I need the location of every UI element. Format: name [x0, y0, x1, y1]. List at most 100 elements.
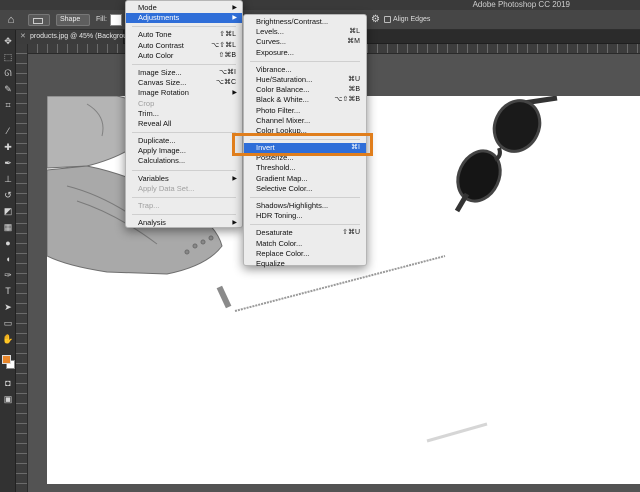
image-menu-item-auto-contrast[interactable]: Auto Contrast ⌥⇧⌘L — [126, 41, 242, 51]
adjustments-item-replace-color[interactable]: Replace Color... — [244, 249, 366, 259]
menu-separator — [132, 197, 236, 198]
menu-item-shortcut: ⌥⇧⌘L — [211, 41, 236, 49]
eyedropper-icon[interactable]: ⁄ — [2, 126, 14, 137]
menu-item-label: Auto Color — [138, 50, 174, 60]
image-menu-item-canvas-size[interactable]: Canvas Size... ⌥⌘C — [126, 78, 242, 88]
clone-stamp-icon[interactable]: ⊥ — [2, 174, 14, 185]
image-menu-item-adjustments[interactable]: Adjustments ▶ — [126, 13, 242, 24]
invert-highlight-annotation — [232, 133, 373, 156]
close-icon[interactable]: ✕ — [20, 30, 26, 44]
image-menu-item-image-rotation[interactable]: Image Rotation ▶ — [126, 88, 242, 98]
adjustments-item-curves[interactable]: Curves... ⌘M — [244, 37, 366, 47]
image-menu-item-reveal-all[interactable]: Reveal All — [126, 119, 242, 129]
image-menu-item-analysis[interactable]: Analysis ▶ — [126, 218, 242, 228]
adjustments-item-color-balance[interactable]: Color Balance... ⌘B — [244, 85, 366, 95]
adjustments-item-selective-color[interactable]: Selective Color... — [244, 184, 366, 194]
brush-icon[interactable]: ✒ — [2, 158, 14, 169]
menu-item-label: Trap... — [138, 201, 160, 210]
menu-item-label: Exposure... — [256, 47, 294, 57]
menu-item-label: Selective Color... — [256, 183, 313, 193]
menu-separator — [250, 60, 360, 62]
quick-mask-icon[interactable]: ◘ — [2, 378, 14, 389]
type-icon[interactable]: T — [2, 286, 14, 297]
menu-item-label: Crop — [138, 98, 155, 108]
image-menu-item-trim[interactable]: Trim... — [126, 109, 242, 119]
image-menu-item-apply-image[interactable]: Apply Image... — [126, 146, 242, 156]
menu-item-label: Shadows/Highlights... — [256, 201, 329, 210]
adjustments-item-photo-filter[interactable]: Photo Filter... — [244, 106, 366, 116]
menu-item-label: Desaturate — [256, 228, 293, 238]
menu-separator — [132, 63, 236, 65]
adjustments-item-shadows-highlights[interactable]: Shadows/Highlights... — [244, 201, 366, 211]
adjustments-item-match-color[interactable]: Match Color... — [244, 239, 366, 249]
history-brush-icon[interactable]: ↺ — [2, 190, 14, 201]
tool-preset-picker[interactable] — [28, 14, 50, 26]
menu-item-label: Analysis — [138, 218, 166, 228]
image-menu-item-image-size[interactable]: Image Size... ⌥⌘I — [126, 68, 242, 78]
home-icon[interactable]: ⌂ — [4, 13, 18, 27]
image-menu-item-mode[interactable]: Mode ▶ — [126, 3, 242, 13]
gear-icon[interactable]: ⚙ — [371, 14, 380, 26]
adjustments-item-channel-mixer[interactable]: Channel Mixer... — [244, 116, 366, 126]
adjustments-item-desaturate[interactable]: Desaturate ⇧⌘U — [244, 228, 366, 238]
menu-item-label: Match Color... — [256, 238, 303, 248]
quick-select-icon[interactable]: ✎ — [2, 84, 14, 95]
menu-item-label: Auto Contrast — [138, 40, 184, 50]
image-menu-item-apply-data-set: Apply Data Set... — [126, 184, 242, 194]
menu-item-label: Color Balance... — [256, 85, 310, 95]
foreground-color-swatch[interactable] — [2, 355, 11, 364]
image-menu-item-calculations[interactable]: Calculations... — [126, 156, 242, 166]
menu-item-label: Replace Color... — [256, 248, 310, 258]
adjustments-item-hue-saturation[interactable]: Hue/Saturation... ⌘U — [244, 75, 366, 85]
image-menu-item-auto-color[interactable]: Auto Color ⇧⌘B — [126, 51, 242, 61]
menu-item-label: Calculations... — [138, 156, 186, 166]
gradient-icon[interactable]: ▦ — [2, 222, 14, 233]
submenu-arrow-icon: ▶ — [232, 90, 237, 97]
document-tab[interactable]: ✕ products.jpg @ 45% (Background — [16, 30, 135, 44]
menu-item-label: Levels... — [256, 27, 284, 37]
path-select-icon[interactable]: ➤ — [2, 302, 14, 313]
align-edges-checkbox[interactable] — [384, 16, 391, 23]
menu-item-shortcut: ⌘U — [347, 75, 360, 83]
adjustments-item-black-white[interactable]: Black & White... ⌥⇧⌘B — [244, 95, 366, 105]
adjustments-item-equalize[interactable]: Equalize — [244, 259, 366, 269]
blur-icon[interactable]: ● — [2, 238, 14, 249]
eraser-icon[interactable]: ◩ — [2, 206, 14, 217]
crop-icon[interactable]: ⌗ — [2, 100, 14, 111]
shape-icon[interactable]: ▭ — [2, 318, 14, 329]
adjustments-item-hdr-toning[interactable]: HDR Toning... — [244, 211, 366, 221]
align-edges-label: Align Edges — [393, 16, 431, 23]
image-menu-item-duplicate[interactable]: Duplicate... — [126, 136, 242, 146]
menu-item-label: Photo Filter... — [256, 105, 301, 115]
menu-item-label: Black & White... — [256, 95, 309, 105]
dodge-icon[interactable]: ◖ — [2, 254, 14, 265]
screen-mode-icon[interactable]: ▣ — [2, 394, 14, 405]
menu-item-label: Duplicate... — [138, 136, 176, 146]
marquee-icon[interactable]: ⬚ — [2, 52, 14, 63]
photoshop-window: Adobe Photoshop CC 2019 ⌂ Shape Fill: ⚙ … — [0, 0, 640, 492]
image-menu-item-variables[interactable]: Variables ▶ — [126, 174, 242, 184]
shape-mode-select[interactable]: Shape — [56, 14, 90, 26]
healing-icon[interactable]: ✚ — [2, 142, 14, 153]
document-tab-title: products.jpg @ 45% (Background — [30, 33, 135, 40]
menu-item-shortcut: ⌘B — [348, 86, 360, 94]
adjustments-item-exposure[interactable]: Exposure... — [244, 48, 366, 58]
submenu-arrow-icon: ▶ — [232, 175, 237, 182]
menu-item-label: Apply Image... — [138, 146, 186, 156]
pen-icon[interactable]: ✑ — [2, 270, 14, 281]
adjustments-item-levels[interactable]: Levels... ⌘L — [244, 27, 366, 37]
title-bar: Adobe Photoshop CC 2019 — [0, 0, 640, 10]
image-menu-item-auto-tone[interactable]: Auto Tone ⇧⌘L — [126, 30, 242, 40]
menu-item-shortcut: ⌥⌘I — [218, 68, 236, 76]
adjustments-item-gradient-map[interactable]: Gradient Map... — [244, 174, 366, 184]
menu-item-shortcut: ⌥⌘C — [215, 79, 236, 87]
image-menu: Mode ▶ Adjustments ▶ Auto Tone ⇧⌘L Auto Contra… — [125, 0, 243, 228]
adjustments-item-brightness-contrast[interactable]: Brightness/Contrast... — [244, 17, 366, 27]
lasso-icon[interactable]: ᘏ — [2, 68, 14, 79]
adjustments-item-threshold[interactable]: Threshold... — [244, 163, 366, 173]
menu-item-label: Gradient Map... — [256, 173, 308, 183]
adjustments-item-vibrance[interactable]: Vibrance... — [244, 65, 366, 75]
hand-icon[interactable]: ✋ — [2, 334, 14, 345]
fill-swatch[interactable] — [110, 14, 122, 26]
move-icon[interactable]: ✥ — [2, 36, 14, 47]
